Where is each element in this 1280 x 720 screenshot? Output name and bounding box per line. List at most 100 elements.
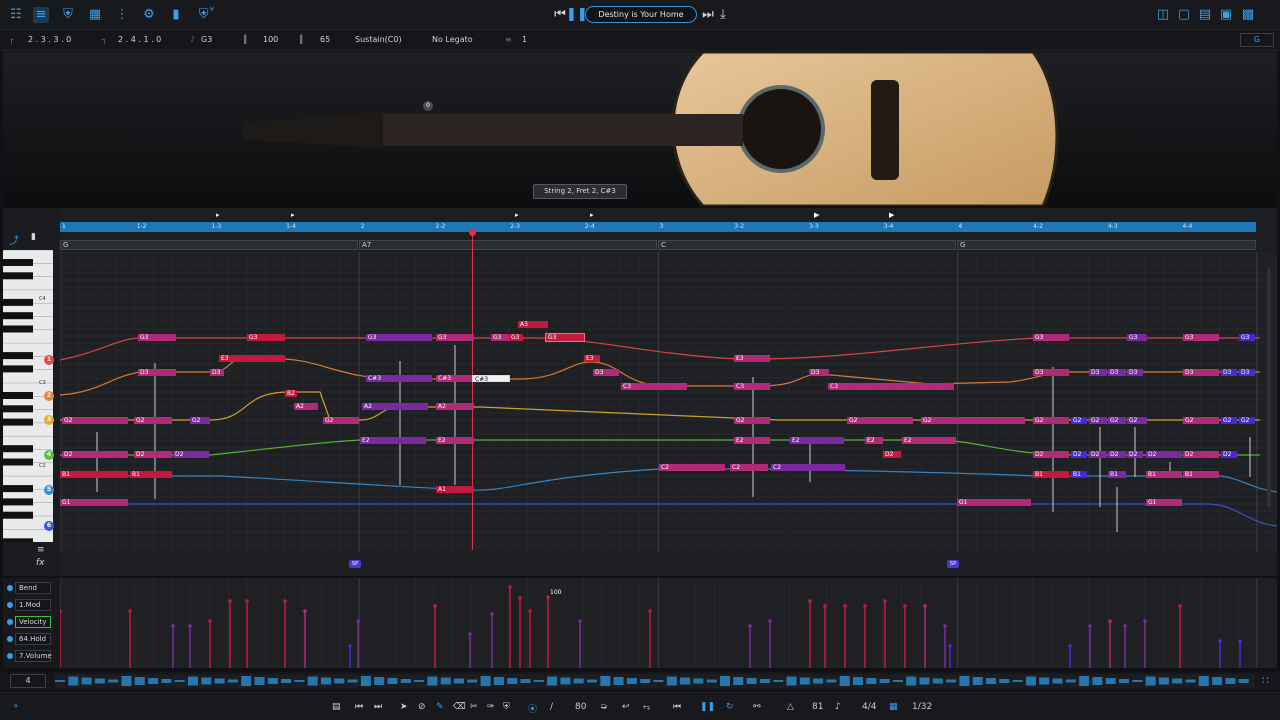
note-a2[interactable]: A2: [294, 403, 318, 410]
note-c3[interactable]: C3: [734, 383, 770, 390]
note-e3[interactable]: E3: [734, 355, 770, 362]
note-g3[interactable]: G3: [436, 334, 474, 341]
note-a3[interactable]: A3: [518, 321, 548, 328]
export-icon[interactable]: ⤓: [715, 7, 731, 23]
layout-4-icon[interactable]: ▣: [1218, 7, 1234, 23]
note-g3[interactable]: G3: [1183, 334, 1219, 341]
settings-sliders-icon[interactable]: ≡: [33, 7, 49, 23]
note-g3[interactable]: G3: [509, 334, 523, 341]
sp-marker[interactable]: SP: [947, 560, 959, 568]
note-d3[interactable]: D3: [809, 369, 829, 376]
line-tool-icon[interactable]: ∕: [550, 702, 553, 712]
layout-5-icon[interactable]: ▩: [1240, 7, 1256, 23]
speaker-icon[interactable]: ♪: [835, 702, 841, 712]
start-position[interactable]: 2 . 3 . 3 . 0: [28, 35, 71, 44]
note-e2[interactable]: E2: [734, 437, 770, 444]
note-d3[interactable]: D3: [1108, 369, 1126, 376]
note-d2[interactable]: D2: [1221, 451, 1237, 458]
note-d2[interactable]: D2: [1127, 451, 1143, 458]
note-c2[interactable]: C2: [730, 464, 768, 471]
note-b1[interactable]: B1: [1183, 471, 1219, 478]
note-d3[interactable]: D3: [1127, 369, 1143, 376]
layout-3-icon[interactable]: ▤: [1197, 7, 1213, 23]
legato-select[interactable]: No Legato: [432, 35, 473, 44]
note-d3[interactable]: D3: [1089, 369, 1107, 376]
note-b1[interactable]: B1: [1108, 471, 1126, 478]
note-d3[interactable]: D3: [1239, 369, 1255, 376]
note-d2[interactable]: D2: [1071, 451, 1087, 458]
shield-dropdown-icon[interactable]: ⛨˅: [196, 7, 218, 23]
note-e2[interactable]: E2: [790, 437, 844, 444]
layout-2-icon[interactable]: ▢: [1176, 7, 1192, 23]
time-signature[interactable]: 4/4: [862, 702, 876, 712]
note-c3[interactable]: C3: [621, 383, 687, 390]
note-e2[interactable]: E2: [360, 437, 426, 444]
eq-icon[interactable]: ⋮: [114, 7, 130, 23]
shield-tool-icon[interactable]: ⛨: [503, 702, 510, 712]
mixer-icon[interactable]: ☷: [8, 7, 24, 23]
note-d2[interactable]: D2: [173, 451, 209, 458]
rewind-icon[interactable]: ⏮: [673, 702, 681, 712]
note-g1[interactable]: G1: [957, 499, 1031, 506]
note-d2[interactable]: D2: [1108, 451, 1126, 458]
note-d3[interactable]: D3: [1033, 369, 1069, 376]
articulation-select[interactable]: Sustain(C0): [355, 35, 402, 44]
next-icon[interactable]: ⏭: [374, 702, 382, 712]
note-a2[interactable]: A2: [362, 403, 428, 410]
note-a2[interactable]: A2: [436, 403, 474, 410]
pointer-icon[interactable]: ➤: [400, 702, 408, 712]
note-b1[interactable]: B1: [1146, 471, 1182, 478]
velocity-tool-icon[interactable]: ⦿: [528, 702, 537, 715]
note-c-sharp-3[interactable]: C#3: [366, 375, 432, 382]
velocity-value[interactable]: 80: [575, 702, 586, 712]
note-c-sharp-3[interactable]: C#3: [436, 375, 474, 382]
midi-channel[interactable]: 1: [522, 35, 527, 44]
bars-icon[interactable]: ▮: [168, 7, 184, 23]
note-c3[interactable]: C3: [828, 383, 954, 390]
note-velocity[interactable]: 100: [263, 35, 278, 44]
note-d3[interactable]: D3: [593, 369, 619, 376]
note-c2[interactable]: C2: [771, 464, 845, 471]
note-e2[interactable]: E2: [902, 437, 956, 444]
brush-icon[interactable]: ✑: [487, 702, 495, 712]
note-g1[interactable]: G1: [60, 499, 128, 506]
note-g2[interactable]: G2: [1221, 417, 1237, 424]
note-g2[interactable]: G2: [1108, 417, 1126, 424]
metronome-icon[interactable]: △: [787, 702, 794, 712]
note-g2[interactable]: G2: [1089, 417, 1107, 424]
eye-icon[interactable]: [7, 585, 13, 591]
song-title-field[interactable]: Destiny is Your Home: [585, 6, 697, 23]
note-d3[interactable]: D3: [210, 369, 224, 376]
eye-icon[interactable]: [7, 653, 13, 659]
note-g2[interactable]: G2: [1127, 417, 1147, 424]
note-d2[interactable]: D2: [883, 451, 901, 458]
note-g2[interactable]: G2: [847, 417, 913, 424]
note-d2[interactable]: D2: [62, 451, 128, 458]
note-g2[interactable]: G2: [921, 417, 1025, 424]
note-b1[interactable]: B1: [1071, 471, 1087, 478]
lane-bend[interactable]: Bend: [15, 582, 51, 594]
eye-icon[interactable]: [7, 602, 13, 608]
note-e3[interactable]: E3: [219, 355, 285, 362]
end-position[interactable]: 2 . 4 . 1 . 0: [118, 35, 161, 44]
note-e2[interactable]: E2: [865, 437, 883, 444]
lane-velocity[interactable]: Velocity: [15, 616, 51, 628]
note-g3[interactable]: G3: [1127, 334, 1147, 341]
note-pitch[interactable]: G3: [201, 35, 212, 44]
mute-icon[interactable]: ⊘: [418, 702, 426, 712]
note-c2[interactable]: C2: [659, 464, 725, 471]
layout-1-icon[interactable]: ◫: [1155, 7, 1171, 23]
lane-hold[interactable]: 64.Hold: [15, 633, 51, 645]
note-g3[interactable]: G3: [491, 334, 511, 341]
scissors-icon[interactable]: ✂: [470, 702, 478, 712]
eraser-icon[interactable]: ⌫: [453, 702, 466, 712]
chain-icon[interactable]: ⚯: [753, 702, 761, 712]
note-b1[interactable]: B1: [130, 471, 172, 478]
pause-icon[interactable]: ❚❚: [700, 702, 715, 712]
note-g2[interactable]: G2: [1183, 417, 1219, 424]
note-e2[interactable]: E2: [436, 437, 474, 444]
zoom-field[interactable]: 4: [10, 674, 46, 688]
lane-volume[interactable]: 7.Volume: [15, 650, 52, 662]
note-g3[interactable]: G3: [1239, 334, 1255, 341]
pause-icon[interactable]: ❚❚: [566, 7, 588, 23]
